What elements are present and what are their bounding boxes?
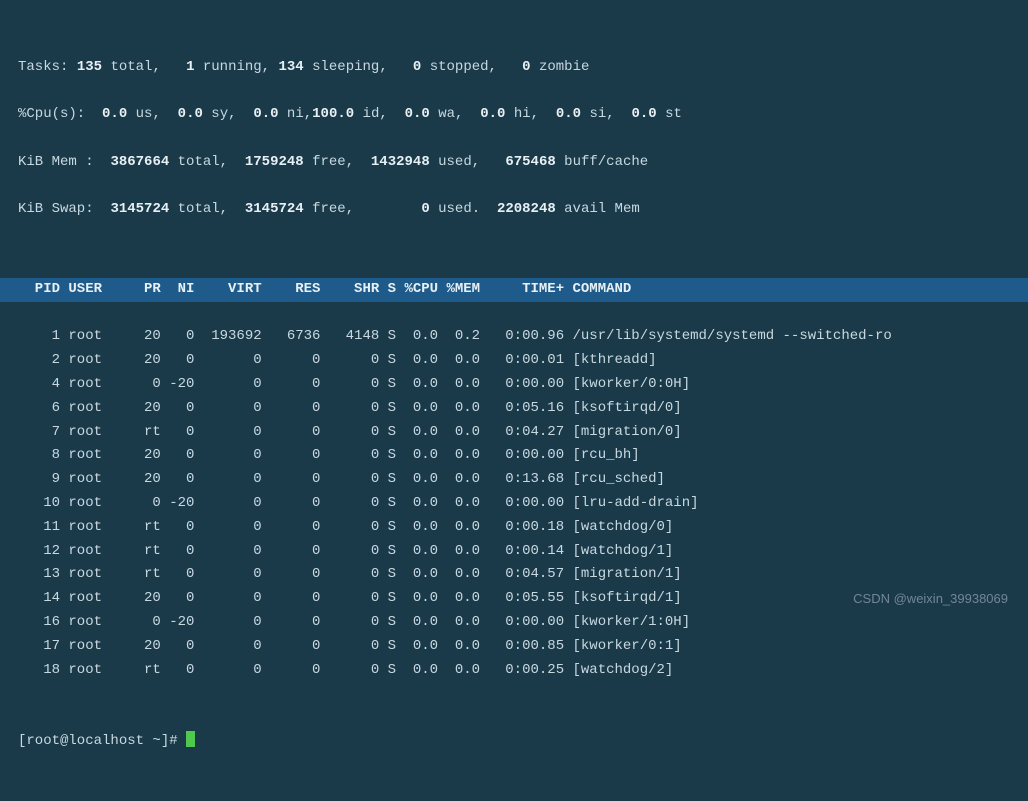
- tasks-line: Tasks: 135 total, 1 running, 134 sleepin…: [0, 56, 1028, 80]
- mem-line: KiB Mem : 3867664 total, 1759248 free, 1…: [0, 151, 1028, 175]
- process-row: 10 root 0 -20 0 0 0 S 0.0 0.0 0:00.00 [l…: [0, 492, 1028, 516]
- process-row: 1 root 20 0 193692 6736 4148 S 0.0 0.2 0…: [0, 325, 1028, 349]
- process-row: 16 root 0 -20 0 0 0 S 0.0 0.0 0:00.00 [k…: [0, 611, 1028, 635]
- terminal-output[interactable]: Tasks: 135 total, 1 running, 134 sleepin…: [0, 8, 1028, 801]
- process-row: 2 root 20 0 0 0 0 S 0.0 0.0 0:00.01 [kth…: [0, 349, 1028, 373]
- process-row: 7 root rt 0 0 0 0 S 0.0 0.0 0:04.27 [mig…: [0, 421, 1028, 445]
- process-table-header: PID USER PR NI VIRT RES SHR S %CPU %MEM …: [0, 278, 1028, 302]
- process-row: 13 root rt 0 0 0 0 S 0.0 0.0 0:04.57 [mi…: [0, 563, 1028, 587]
- process-row: 6 root 20 0 0 0 0 S 0.0 0.0 0:05.16 [kso…: [0, 397, 1028, 421]
- process-row: 17 root 20 0 0 0 0 S 0.0 0.0 0:00.85 [kw…: [0, 635, 1028, 659]
- cpu-line: %Cpu(s): 0.0 us, 0.0 sy, 0.0 ni,100.0 id…: [0, 103, 1028, 127]
- process-row: 12 root rt 0 0 0 0 S 0.0 0.0 0:00.14 [wa…: [0, 540, 1028, 564]
- process-row: 4 root 0 -20 0 0 0 S 0.0 0.0 0:00.00 [kw…: [0, 373, 1028, 397]
- watermark-text: CSDN @weixin_39938069: [853, 591, 1008, 606]
- process-row: 11 root rt 0 0 0 0 S 0.0 0.0 0:00.18 [wa…: [0, 516, 1028, 540]
- cursor-icon: [186, 731, 195, 747]
- process-list: 1 root 20 0 193692 6736 4148 S 0.0 0.2 0…: [0, 325, 1028, 682]
- swap-line: KiB Swap: 3145724 total, 3145724 free, 0…: [0, 198, 1028, 222]
- process-row: 18 root rt 0 0 0 0 S 0.0 0.0 0:00.25 [wa…: [0, 659, 1028, 683]
- process-row: 9 root 20 0 0 0 0 S 0.0 0.0 0:13.68 [rcu…: [0, 468, 1028, 492]
- process-row: 8 root 20 0 0 0 0 S 0.0 0.0 0:00.00 [rcu…: [0, 444, 1028, 468]
- shell-prompt[interactable]: [root@localhost ~]#: [0, 730, 1028, 754]
